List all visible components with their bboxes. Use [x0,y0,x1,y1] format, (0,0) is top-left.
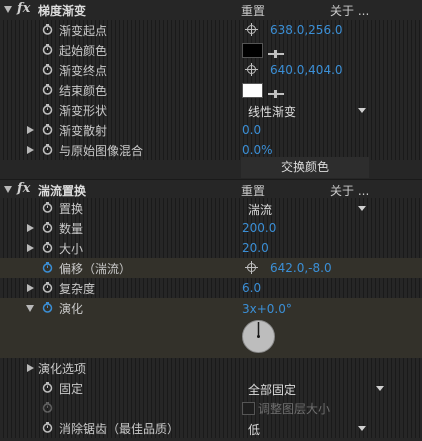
expand-triangle-icon[interactable] [27,244,34,252]
stopwatch-icon[interactable] [42,242,53,253]
checkbox-label: 调整图层大小 [258,402,331,416]
param-row-pinning: 固定 全部固定 [0,378,422,398]
stopwatch-icon[interactable] [42,202,53,213]
param-label: 演化 [59,302,84,316]
expand-triangle-icon[interactable] [27,126,34,134]
param-row-antialiasing: 消除锯齿（最佳品质） 低 [0,418,422,438]
eyedropper-icon[interactable] [268,47,284,58]
chevron-down-icon [376,386,384,391]
complexity-value[interactable]: 6.0 [242,281,261,295]
crosshair-icon[interactable] [245,63,258,76]
displacement-dropdown[interactable]: 湍流 [242,199,370,217]
param-row-resize-layer: 调整图层大小 [0,398,422,418]
param-row-shape: 渐变形状 线性渐变 [0,100,422,120]
stopwatch-active-icon[interactable] [42,302,53,313]
stopwatch-icon[interactable] [42,124,53,135]
shape-dropdown[interactable]: 线性渐变 [242,101,370,119]
stopwatch-icon[interactable] [42,64,53,75]
dropdown-value: 湍流 [248,203,273,217]
dropdown-value: 全部固定 [248,383,297,397]
effect-header-turbulent-displace[interactable]: fx 湍流置换 重置 关于 ... [0,180,422,200]
amount-value[interactable]: 200.0 [242,221,276,235]
stopwatch-icon[interactable] [42,422,53,433]
param-label: 复杂度 [59,282,96,296]
blend-value[interactable]: 0.0% [242,143,273,157]
dropdown-value: 低 [248,423,261,437]
param-row-end-color: 结束颜色 [0,80,422,100]
param-row-complexity: 复杂度 6.0 [0,278,422,298]
effect-title: 梯度渐变 [38,4,87,18]
param-label: 渐变终点 [59,64,108,78]
expand-triangle-icon[interactable] [27,146,34,154]
offset-value[interactable]: 642.0,-8.0 [270,261,332,275]
angle-dial[interactable] [241,319,276,354]
stopwatch-icon[interactable] [42,282,53,293]
stopwatch-icon[interactable] [42,222,53,233]
param-row-end-point: 渐变终点 640.0,404.0 [0,60,422,80]
stopwatch-disabled-icon [42,402,53,413]
fx-icon[interactable]: fx [17,181,30,196]
stopwatch-icon[interactable] [42,382,53,393]
expand-triangle-icon[interactable] [27,364,34,372]
stopwatch-icon[interactable] [42,84,53,95]
expand-triangle-icon[interactable] [27,284,34,292]
chevron-down-icon [358,108,366,113]
reset-link[interactable]: 重置 [241,182,265,199]
stopwatch-icon[interactable] [42,144,53,155]
param-label: 渐变起点 [59,24,108,38]
eyedropper-icon[interactable] [268,87,284,98]
collapse-triangle-icon[interactable] [4,186,12,193]
size-value[interactable]: 20.0 [242,241,269,255]
collapse-triangle-icon[interactable] [26,305,34,312]
fx-icon[interactable]: fx [17,1,30,16]
param-row-offset: 偏移（湍流） 642.0,-8.0 [0,258,422,278]
swap-row: 交换颜色 [0,157,422,178]
param-label: 渐变散射 [59,124,108,138]
stopwatch-icon[interactable] [42,44,53,55]
param-label: 起始颜色 [59,44,108,58]
effect-header-gradient[interactable]: fx 梯度渐变 重置 关于 ... [0,0,422,20]
color-swatch-end[interactable] [242,83,263,98]
param-row-size: 大小 20.0 [0,238,422,258]
scatter-value[interactable]: 0.0 [242,123,261,137]
chevron-down-icon [358,206,366,211]
param-row-start-point: 渐变起点 638.0,256.0 [0,20,422,40]
stopwatch-active-icon[interactable] [42,262,53,273]
chevron-down-icon [358,426,366,431]
param-row-scatter: 渐变散射 0.0 [0,120,422,140]
color-swatch-start[interactable] [242,43,263,58]
param-label: 大小 [59,242,84,256]
collapse-triangle-icon[interactable] [4,6,12,13]
point-value[interactable]: 640.0,404.0 [270,63,343,77]
param-label: 偏移（湍流） [59,262,132,276]
antialiasing-dropdown[interactable]: 低 [242,419,370,437]
param-label: 演化选项 [38,362,87,376]
crosshair-icon[interactable] [245,261,258,274]
resize-layer-checkbox[interactable] [242,402,255,415]
point-value[interactable]: 638.0,256.0 [270,23,343,37]
param-label: 固定 [59,382,84,396]
param-label: 渐变形状 [59,104,108,118]
param-row-amount: 数量 200.0 [0,218,422,238]
reset-link[interactable]: 重置 [241,2,265,19]
param-row-displacement: 置换 湍流 [0,198,422,218]
param-label: 结束颜色 [59,84,108,98]
param-row-evolution: 演化 3x+0.0° [0,298,422,358]
param-row-start-color: 起始颜色 [0,40,422,60]
crosshair-icon[interactable] [245,23,258,36]
pinning-dropdown[interactable]: 全部固定 [242,379,388,397]
about-link[interactable]: 关于 ... [330,2,369,19]
evolution-value[interactable]: 3x+0.0° [242,302,292,316]
param-label: 消除锯齿（最佳品质） [59,422,180,436]
expand-triangle-icon[interactable] [27,224,34,232]
about-link[interactable]: 关于 ... [330,182,369,199]
effect-title: 湍流置换 [38,184,87,198]
param-label: 数量 [59,222,84,236]
stopwatch-icon[interactable] [42,104,53,115]
dropdown-value: 线性渐变 [248,105,297,119]
param-label: 置换 [59,202,84,216]
stopwatch-icon[interactable] [42,24,53,35]
param-row-evolution-options: 演化选项 [0,358,422,378]
swap-colors-button[interactable]: 交换颜色 [241,157,369,178]
